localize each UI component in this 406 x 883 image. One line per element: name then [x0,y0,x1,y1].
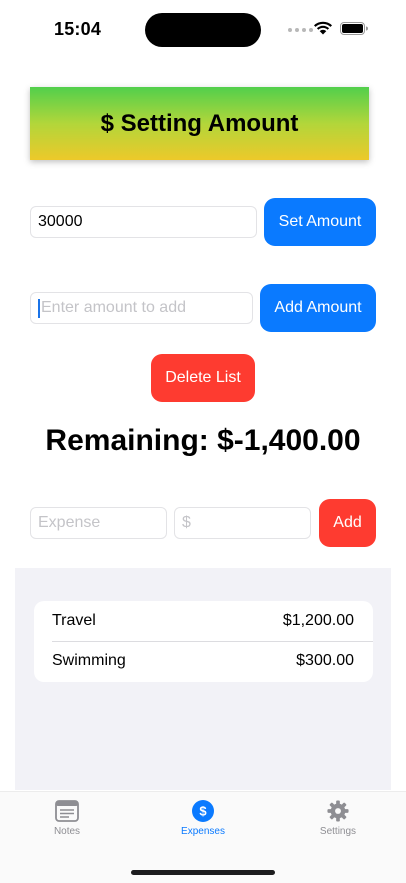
expense-name: Travel [52,612,96,629]
tab-settings[interactable]: Settings [288,800,388,837]
expense-name-field[interactable]: Expense [30,507,167,539]
add-expense-button[interactable]: Add [319,499,376,547]
status-bar: 15:04 [0,0,406,60]
home-indicator [131,870,275,875]
expense-amount-field[interactable]: $ [174,507,311,539]
budget-amount-field[interactable]: 30000 [30,206,257,238]
status-time: 15:04 [54,19,102,39]
expense-amount: $300.00 [296,652,354,669]
tab-label: Expenses [181,826,225,837]
expense-name: Swimming [52,652,126,669]
cellular-signal-icon [288,28,313,32]
budget-amount-value: 30000 [38,213,83,230]
header-banner: $ Setting Amount [30,87,369,160]
expense-list: Travel $1,200.00 Swimming $300.00 [34,601,373,682]
add-amount-placeholder: Enter amount to add [41,299,186,316]
tab-notes[interactable]: Notes [17,800,117,837]
battery-icon [340,22,368,35]
notes-icon [55,800,79,822]
expense-amount-placeholder: $ [182,514,191,531]
add-amount-button[interactable]: Add Amount [260,284,376,332]
remaining-balance: Remaining: $-1,400.00 [45,424,361,457]
tab-expenses[interactable]: $ Expenses [153,800,253,837]
expense-list-area: Travel $1,200.00 Swimming $300.00 [15,568,391,790]
list-item[interactable]: Swimming $300.00 [34,641,373,681]
tab-label: Notes [53,826,81,837]
text-cursor [38,298,40,318]
set-amount-button[interactable]: Set Amount [264,198,376,246]
page-title: $ Setting Amount [100,109,299,137]
gear-icon [327,800,349,822]
svg-text:$: $ [199,804,207,819]
dollar-icon: $ [192,800,214,822]
delete-list-button[interactable]: Delete List [151,354,255,402]
expense-name-placeholder: Expense [38,514,101,531]
tab-label: Settings [319,826,357,837]
dynamic-island [145,13,261,47]
add-amount-field[interactable]: Enter amount to add [30,292,253,324]
wifi-icon [314,21,332,35]
expense-amount: $1,200.00 [282,612,354,629]
list-item[interactable]: Travel $1,200.00 [34,601,373,641]
